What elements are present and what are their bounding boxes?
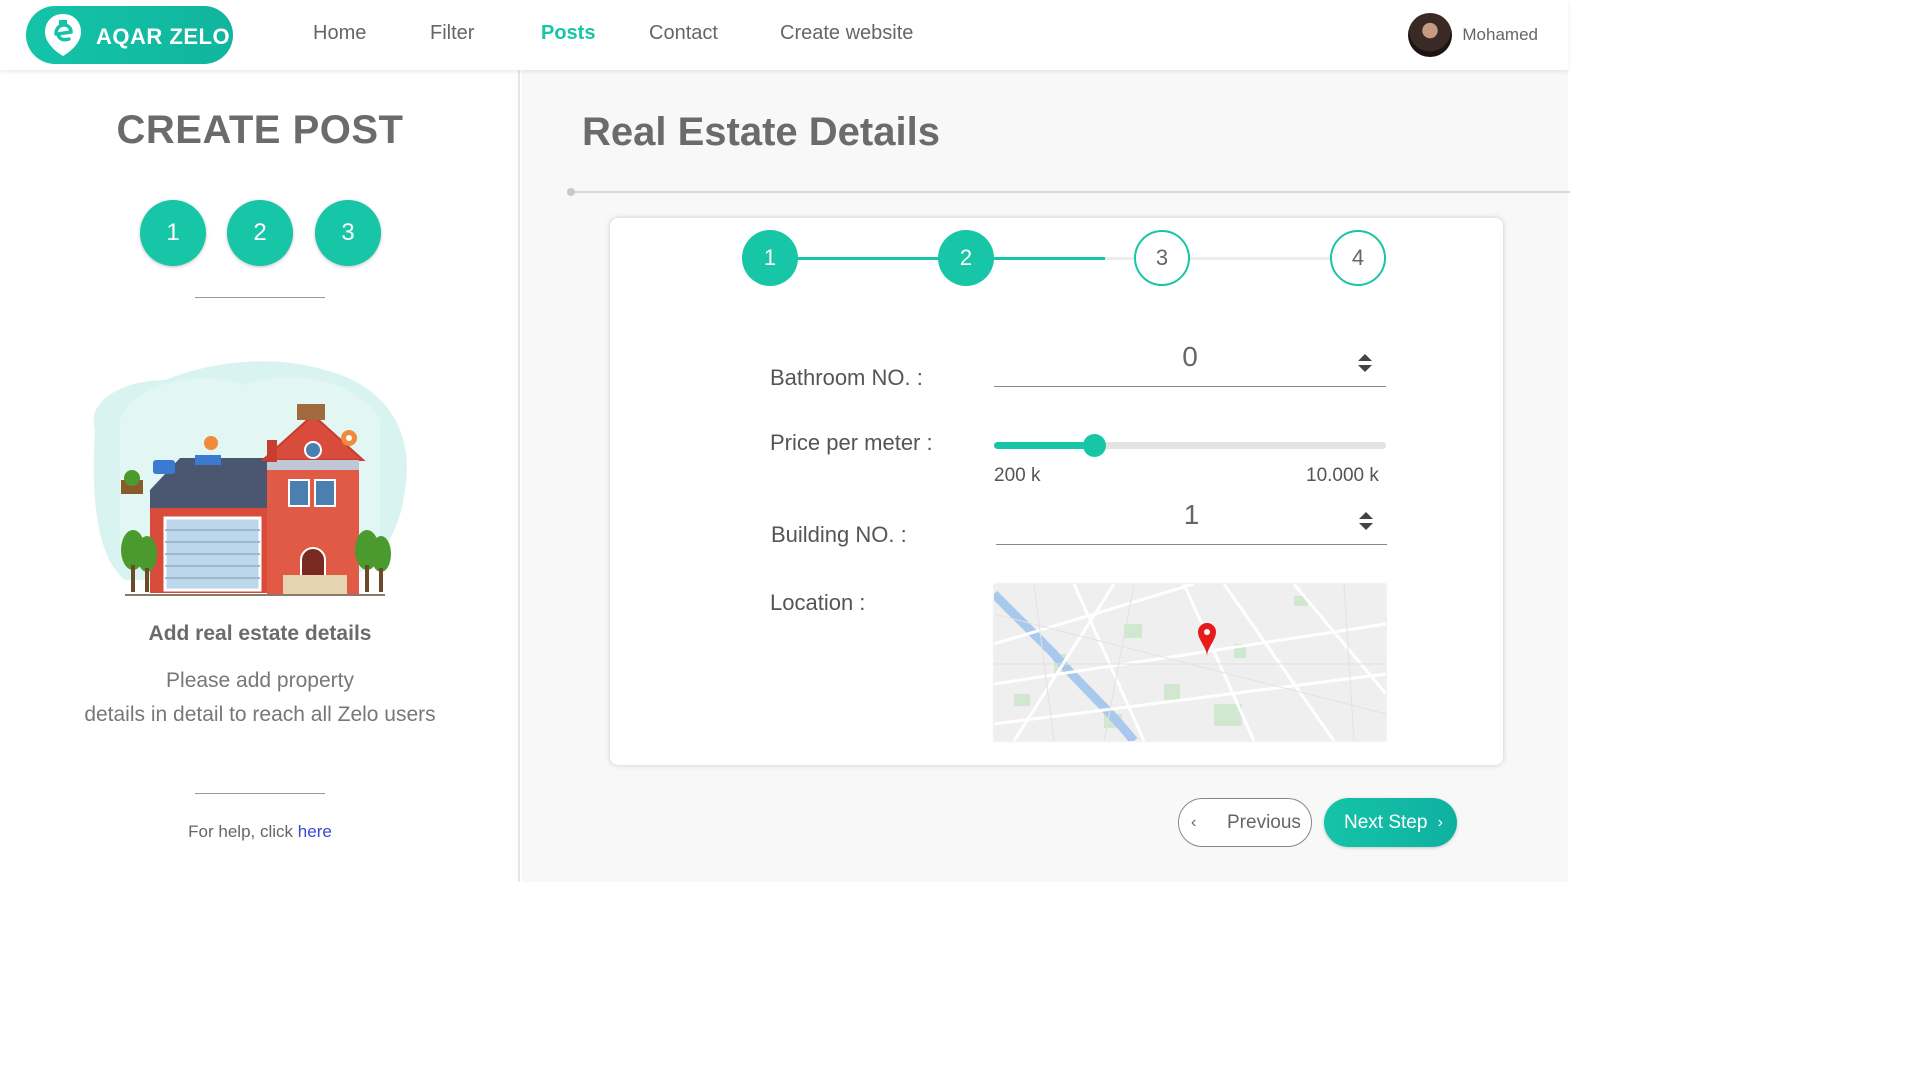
map-tiles [994, 584, 1386, 741]
wizard-step-4[interactable]: 4 [1330, 230, 1386, 286]
chevron-right-icon: › [1437, 813, 1443, 831]
price-slider[interactable] [994, 434, 1386, 457]
nav-filter[interactable]: Filter [430, 22, 474, 45]
price-slider-thumb[interactable] [1082, 434, 1106, 457]
user-name: Mohamed [1462, 25, 1538, 44]
nav-home[interactable]: Home [313, 22, 366, 45]
price-min-label: 200 k [994, 465, 1041, 486]
left-panel: CREATE POST 1 2 3 Add real estate detail… [0, 70, 520, 882]
wizard-step-2[interactable]: 2 [938, 230, 994, 286]
location-label: Location : [770, 590, 866, 615]
left-step-1: 1 [140, 200, 206, 266]
location-map[interactable] [994, 584, 1386, 741]
price-slider-fill [994, 442, 1094, 449]
nav-contact[interactable]: Contact [649, 22, 718, 45]
title-divider-dot [567, 188, 575, 196]
bathroom-value: 0 [1182, 341, 1198, 372]
chevron-left-icon: ‹ [1191, 813, 1197, 831]
help-link[interactable]: here [298, 822, 332, 841]
previous-button[interactable]: ‹ Previous [1178, 798, 1312, 847]
number-spinner-icon[interactable] [1358, 353, 1372, 373]
building-label: Building NO. : [771, 522, 907, 547]
building-input[interactable]: 1 [996, 499, 1387, 545]
divider [195, 297, 325, 298]
nav-create-website[interactable]: Create website [780, 22, 913, 45]
building-value: 1 [1183, 499, 1200, 530]
price-max-label: 10.000 k [1306, 465, 1379, 486]
brand-logo[interactable]: AQAR ZELO [26, 6, 233, 64]
title-divider [570, 191, 1570, 193]
left-subtitle: Add real estate details [148, 622, 372, 645]
previous-label: Previous [1227, 811, 1301, 833]
next-step-button[interactable]: Next Step › [1324, 798, 1457, 847]
number-spinner-icon[interactable] [1359, 511, 1373, 531]
description-line-2: details in detail to reach all Zelo user… [84, 703, 436, 726]
left-step-3: 3 [315, 200, 381, 266]
left-description: Please add property details in detail to… [0, 664, 520, 732]
wizard-step-3[interactable]: 3 [1134, 230, 1190, 286]
page-title: Real Estate Details [582, 110, 940, 154]
left-step-2: 2 [227, 200, 293, 266]
price-label: Price per meter : [770, 430, 933, 455]
help-text: For help, click here [0, 822, 520, 842]
create-post-title: CREATE POST [116, 108, 404, 152]
logo-icon [45, 14, 81, 56]
bathroom-input[interactable]: 0 [994, 341, 1386, 387]
help-prefix: For help, click [188, 822, 294, 841]
house-illustration [93, 361, 407, 596]
nav-posts[interactable]: Posts [541, 22, 595, 45]
divider [195, 793, 325, 794]
main-content: Real Estate Details [522, 70, 1570, 882]
wizard-step-1[interactable]: 1 [742, 230, 798, 286]
brand-name: AQAR ZELO [96, 24, 231, 49]
user-menu[interactable]: Mohamed [1408, 13, 1538, 57]
avatar[interactable] [1408, 13, 1453, 57]
bathroom-label: Bathroom NO. : [770, 365, 923, 390]
next-step-label: Next Step [1344, 811, 1428, 833]
top-navbar: AQAR ZELO Home Filter Posts Contact Crea… [0, 0, 1568, 70]
description-line-1: Please add property [166, 669, 354, 692]
